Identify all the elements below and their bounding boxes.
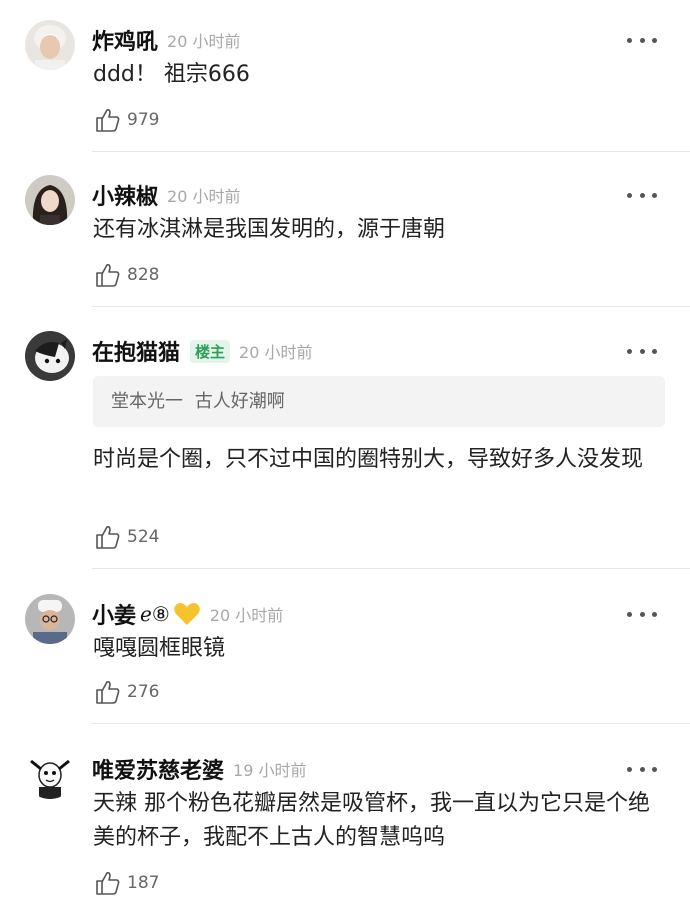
timestamp: 20 小时前 xyxy=(209,606,284,625)
like-button[interactable]: 187 xyxy=(95,870,159,896)
like-count: 276 xyxy=(127,682,160,702)
comment-header: 小姜 ℯ⑧ 20 小时前 xyxy=(92,598,283,630)
yellow-heart-icon xyxy=(173,601,201,627)
name-emoji: ℯ⑧ xyxy=(140,602,170,626)
quote-text: 古人好潮啊 xyxy=(194,391,285,412)
like-button[interactable]: 828 xyxy=(95,262,159,288)
more-options-icon[interactable] xyxy=(627,189,657,201)
thumbs-up-icon xyxy=(96,872,120,895)
quote-author: 堂本光一 xyxy=(111,391,183,412)
divider xyxy=(92,306,690,307)
like-button[interactable]: 979 xyxy=(95,107,159,133)
op-badge: 楼主 xyxy=(190,339,231,363)
timestamp: 20 小时前 xyxy=(167,187,241,206)
timestamp: 20 小时前 xyxy=(167,32,241,51)
comment-text: 天辣 那个粉色花瓣居然是吸管杯，我一直以为它只是个绝美的杯子，我配不上古人的智慧… xyxy=(93,791,650,850)
like-count: 524 xyxy=(127,527,160,547)
thumbs-up-icon xyxy=(96,526,120,549)
comment-feed: 炸鸡吼 20 小时前 ddd！ 祖宗666 979 小辣椒 20 小时前 还有冰… xyxy=(0,0,690,905)
like-count: 828 xyxy=(127,265,160,285)
comment-text: 嘎嘎圆框眼镜 xyxy=(93,636,226,661)
comment-header: 唯爱苏慈老婆 19 小时前 xyxy=(92,753,306,785)
username[interactable]: 小姜 xyxy=(92,598,136,630)
more-options-icon[interactable] xyxy=(627,34,657,46)
comment-header: 小辣椒 20 小时前 xyxy=(92,179,240,211)
divider xyxy=(92,151,690,152)
comment-header: 在抱猫猫 楼主 20 小时前 xyxy=(92,335,312,367)
timestamp: 20 小时前 xyxy=(239,343,313,362)
comment-text: ddd！ 祖宗666 xyxy=(93,62,250,87)
like-count: 187 xyxy=(127,873,160,893)
timestamp: 19 小时前 xyxy=(233,761,307,780)
more-options-icon[interactable] xyxy=(627,608,657,620)
avatar[interactable] xyxy=(25,594,75,644)
username[interactable]: 炸鸡吼 xyxy=(92,24,158,56)
avatar[interactable] xyxy=(25,20,75,70)
username[interactable]: 小辣椒 xyxy=(92,179,158,211)
avatar[interactable] xyxy=(25,749,75,799)
like-button[interactable]: 524 xyxy=(95,524,159,550)
more-options-icon[interactable] xyxy=(627,763,657,775)
username[interactable]: 在抱猫猫 xyxy=(92,335,180,367)
divider xyxy=(92,568,690,569)
comment-text: 时尚是个圈，只不过中国的圈特别大，导致好多人没发现 xyxy=(93,447,644,472)
like-count: 979 xyxy=(127,110,160,130)
avatar[interactable] xyxy=(25,331,75,381)
thumbs-up-icon xyxy=(96,109,120,132)
like-button[interactable]: 276 xyxy=(95,679,159,705)
thumbs-up-icon xyxy=(96,681,120,704)
more-options-icon[interactable] xyxy=(627,345,657,357)
quoted-reply[interactable]: 堂本光一 古人好潮啊 xyxy=(93,376,665,427)
avatar[interactable] xyxy=(25,175,75,225)
divider xyxy=(92,723,690,724)
comment-text: 还有冰淇淋是我国发明的，源于唐朝 xyxy=(93,217,446,242)
comment-header: 炸鸡吼 20 小时前 xyxy=(92,24,240,56)
thumbs-up-icon xyxy=(96,264,120,287)
username[interactable]: 唯爱苏慈老婆 xyxy=(92,753,224,785)
